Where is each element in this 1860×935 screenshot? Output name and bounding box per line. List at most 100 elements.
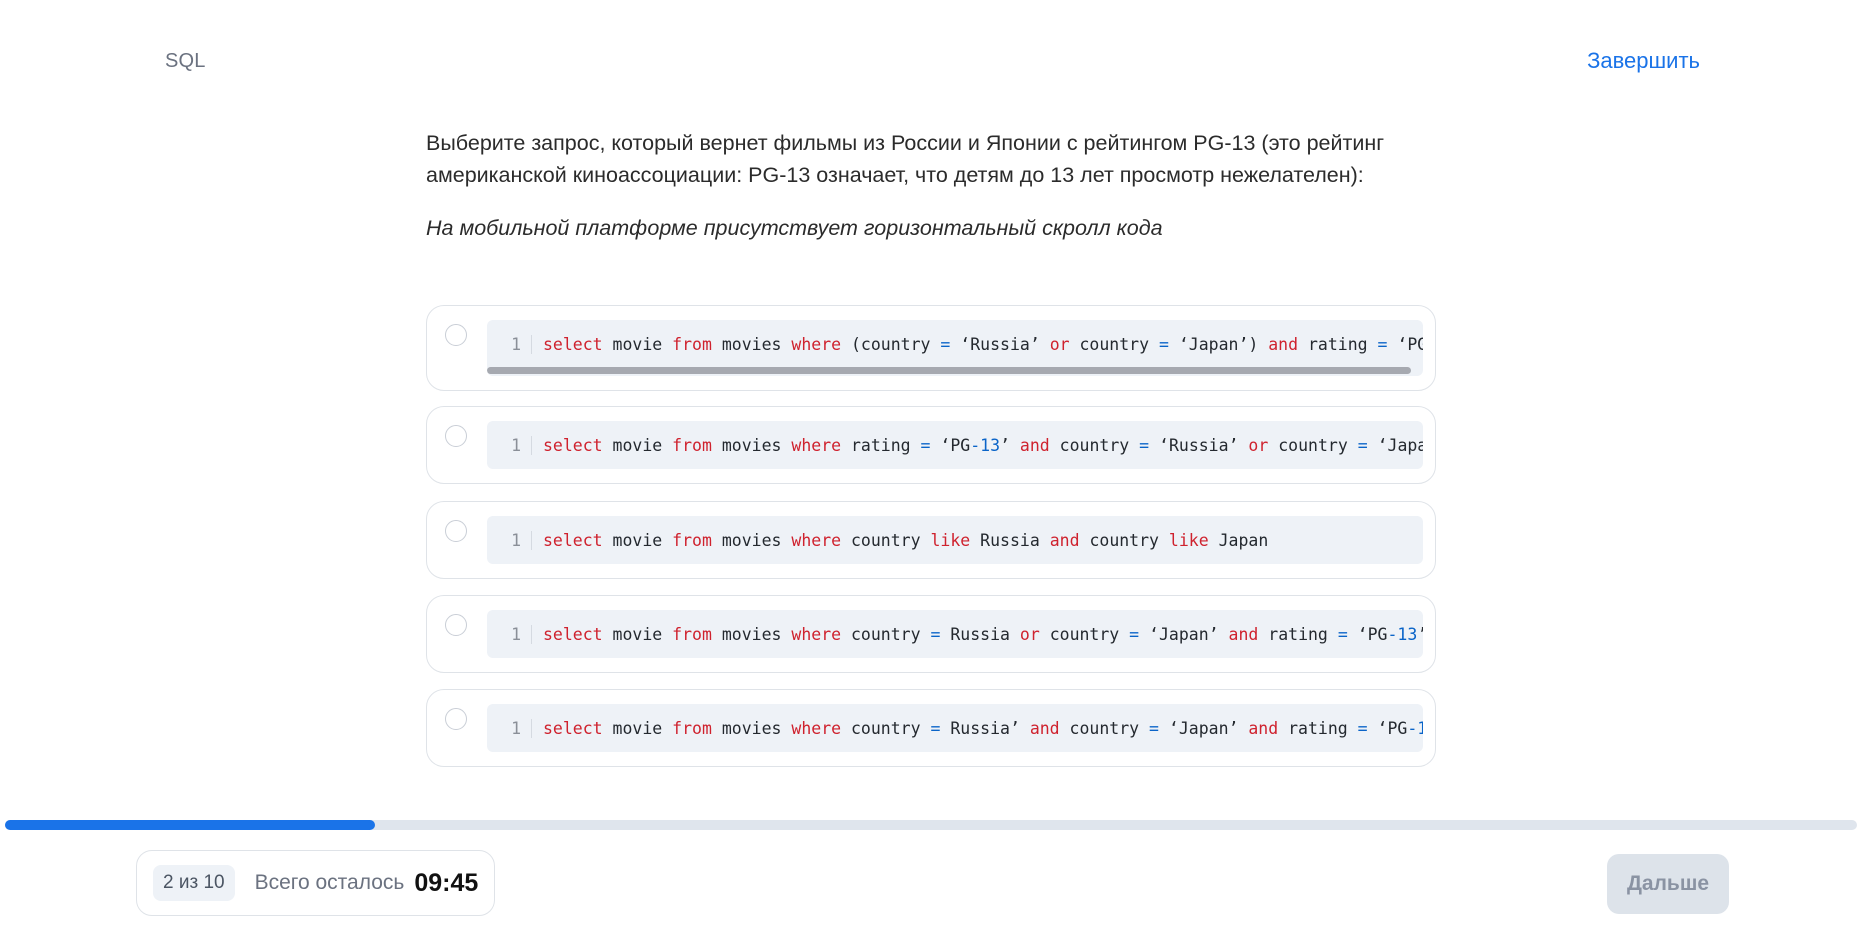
code-token: ‘Japan’ [1377, 435, 1423, 455]
code-operator: = [930, 624, 941, 644]
code-number: -13 [970, 435, 1001, 455]
code-block: 1 select movie from movies where (countr… [487, 320, 1423, 376]
code-text: select movie from movies where country =… [543, 719, 1423, 738]
radio-button[interactable] [445, 708, 467, 730]
code-token: country [1049, 435, 1140, 455]
code-operator: = [1357, 718, 1368, 738]
answer-option[interactable]: 1 select movie from movies where country… [426, 595, 1436, 673]
code-text: select movie from movies where rating = … [543, 436, 1423, 455]
code-keyword: from [672, 435, 712, 455]
question-counter: 2 из 10 [153, 865, 235, 901]
answer-option[interactable]: 1 select movie from movies where country… [426, 501, 1436, 579]
code-token: ‘Japan’) [1168, 334, 1269, 354]
code-token: rating [841, 435, 921, 455]
code-token: ‘PG [1367, 718, 1408, 738]
code-token: movies [711, 435, 792, 455]
line-number: 1 [487, 718, 532, 738]
code-line: 1 select movie from movies where country… [487, 516, 1268, 564]
code-line: 1 select movie from movies where (countr… [487, 320, 1423, 368]
code-keyword: where [791, 718, 842, 738]
next-button[interactable]: Дальше [1607, 854, 1729, 914]
question-note: На мобильной платформе присутствует гори… [426, 216, 1163, 240]
code-token: country [841, 718, 931, 738]
code-keyword: and [1029, 718, 1060, 738]
code-keyword: like [930, 530, 971, 550]
code-token: country [1059, 718, 1150, 738]
code-token: country [1039, 624, 1130, 644]
code-block: 1 select movie from movies where country… [487, 516, 1423, 564]
code-block: 1 select movie from movies where country… [487, 704, 1423, 752]
code-token: movies [711, 624, 792, 644]
code-keyword: or [1019, 624, 1040, 644]
code-token: country [1069, 334, 1159, 354]
code-token: rating [1298, 334, 1378, 354]
code-keyword: from [672, 624, 712, 644]
code-token: ‘Russia’ [1149, 435, 1249, 455]
code-token: movies [711, 334, 792, 354]
line-number: 1 [487, 435, 532, 455]
answer-option[interactable]: 1 select movie from movies where country… [426, 689, 1436, 767]
code-token: movie [602, 334, 673, 354]
code-block: 1 select movie from movies where rating … [487, 421, 1423, 469]
horizontal-scrollbar[interactable] [487, 367, 1411, 374]
code-operator: = [1129, 624, 1140, 644]
code-keyword: select [543, 718, 603, 738]
code-text: select movie from movies where (country … [543, 335, 1423, 354]
code-keyword: where [791, 624, 842, 644]
code-operator: = [1337, 624, 1348, 644]
code-block: 1 select movie from movies where country… [487, 610, 1423, 658]
line-number: 1 [487, 530, 532, 550]
code-line: 1 select movie from movies where country… [487, 704, 1423, 752]
code-keyword: like [1168, 530, 1209, 550]
radio-button[interactable] [445, 614, 467, 636]
code-operator: = [1139, 435, 1150, 455]
radio-button[interactable] [445, 425, 467, 447]
code-token: country [841, 624, 931, 644]
code-token: ‘PG [1397, 334, 1423, 354]
code-token: movies [711, 718, 792, 738]
radio-button[interactable] [445, 520, 467, 542]
answer-option[interactable]: 1 select movie from movies where rating … [426, 406, 1436, 484]
top-bar: SQL Завершить [0, 0, 1860, 120]
code-token: movies [711, 530, 792, 550]
code-token: Russia [940, 624, 1020, 644]
line-number: 1 [487, 334, 532, 354]
code-operator: = [1357, 435, 1368, 455]
progress-bar [5, 820, 1857, 830]
status-panel: 2 из 10 Всего осталось 09:45 [136, 850, 496, 916]
code-token: country [841, 530, 931, 550]
code-token: movie [602, 624, 673, 644]
code-keyword: where [791, 530, 842, 550]
finish-link[interactable]: Завершить [1587, 48, 1700, 74]
code-keyword: and [1228, 624, 1259, 644]
line-number: 1 [487, 624, 532, 644]
code-token: ‘Russia’ [950, 334, 1050, 354]
code-token: ‘Japan’ [1139, 624, 1229, 644]
code-text: select movie from movies where country l… [543, 531, 1268, 550]
code-token: country [1079, 530, 1169, 550]
code-keyword: and [1248, 718, 1279, 738]
code-line: 1 select movie from movies where country… [487, 610, 1423, 658]
code-keyword: select [543, 530, 603, 550]
code-number: -13 [1407, 718, 1423, 738]
code-keyword: select [543, 435, 603, 455]
code-number: -13 [1387, 624, 1418, 644]
code-token: movie [602, 718, 673, 738]
code-token: Russia’ [940, 718, 1030, 738]
code-operator: = [1149, 718, 1159, 738]
code-token: ’ [1417, 625, 1423, 644]
code-keyword: and [1268, 334, 1299, 354]
code-keyword: from [672, 530, 712, 550]
code-token: (country [841, 334, 941, 354]
radio-button[interactable] [445, 324, 467, 346]
code-keyword: or [1248, 435, 1269, 455]
remaining-time-label: Всего осталось [254, 871, 405, 894]
code-text: select movie from movies where country =… [543, 625, 1423, 644]
answer-option[interactable]: 1 select movie from movies where (countr… [426, 305, 1436, 391]
code-token: country [1268, 435, 1358, 455]
question-text: Выберите запрос, который вернет фильмы и… [426, 131, 1385, 187]
code-operator: = [1377, 334, 1388, 354]
code-token: rating [1258, 624, 1338, 644]
code-line: 1 select movie from movies where rating … [487, 421, 1423, 469]
question-block: Выберите запрос, который вернет фильмы и… [426, 127, 1436, 241]
